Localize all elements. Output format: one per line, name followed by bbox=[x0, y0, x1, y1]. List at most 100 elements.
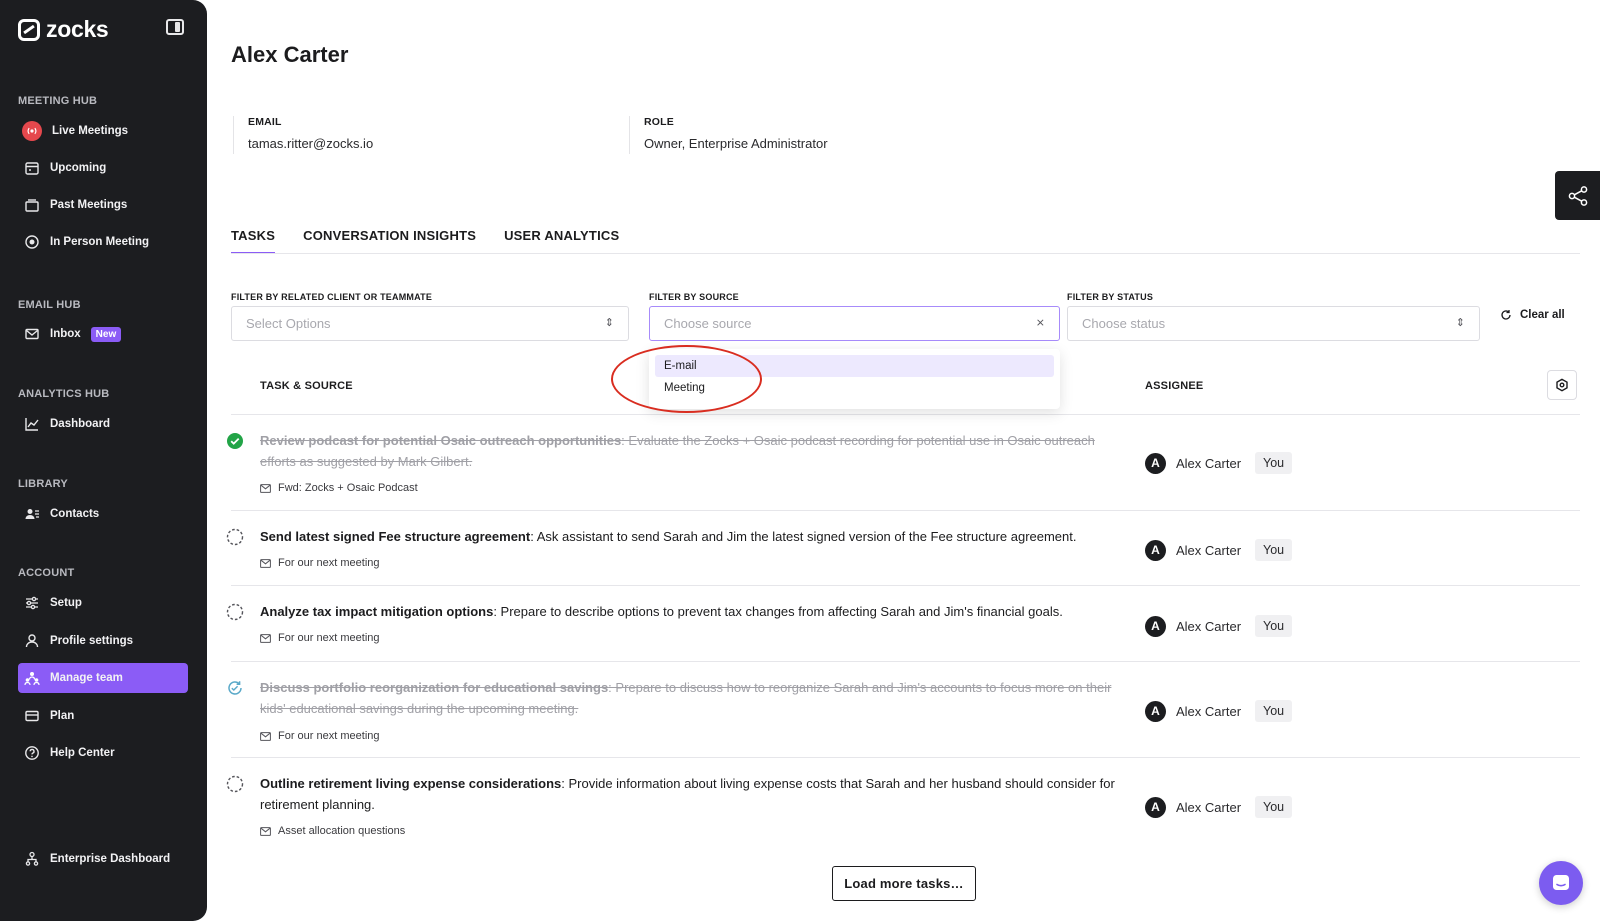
sidebar-item-setup[interactable]: Setup bbox=[18, 588, 188, 618]
sidebar-item-label: Inbox bbox=[50, 328, 81, 340]
sidebar-item-label: Enterprise Dashboard bbox=[50, 853, 171, 865]
table-row[interactable]: Discuss portfolio reorganization for edu… bbox=[228, 663, 1580, 758]
email-label: EMAIL bbox=[248, 116, 282, 128]
filter-source-select[interactable]: Choose source ⨯ bbox=[649, 306, 1060, 341]
sidebar-collapse-icon[interactable] bbox=[166, 19, 184, 35]
sidebar-item-label: Setup bbox=[50, 597, 82, 609]
table-settings-button[interactable] bbox=[1547, 370, 1577, 400]
chevron-updown-icon: ⇕ bbox=[1455, 317, 1465, 329]
table-row[interactable]: Analyze tax impact mitigation options: P… bbox=[226, 587, 1580, 662]
task-title: Review podcast for potential Osaic outre… bbox=[260, 433, 622, 448]
assignee-name: Alex Carter bbox=[1176, 799, 1242, 815]
mail-icon bbox=[260, 826, 271, 836]
in-progress-icon[interactable] bbox=[226, 679, 244, 697]
task-title: Send latest signed Fee structure agreeme… bbox=[260, 529, 531, 544]
source-option-email[interactable]: E-mail bbox=[655, 355, 1054, 377]
source-dropdown-menu: E-mail Meeting bbox=[649, 349, 1060, 409]
sidebar-item-live-meetings[interactable]: Live Meetings bbox=[18, 116, 188, 146]
sidebar-item-enterprise-dashboard[interactable]: Enterprise Dashboard bbox=[18, 844, 188, 874]
check-circle-icon[interactable] bbox=[226, 432, 244, 450]
sidebar-item-in-person-meeting[interactable]: In Person Meeting bbox=[18, 227, 188, 257]
mail-icon bbox=[260, 633, 271, 643]
chevron-updown-icon: ⇕ bbox=[604, 317, 614, 329]
line-chart-icon bbox=[24, 416, 40, 432]
task-assignee[interactable]: A Alex Carter You bbox=[1145, 539, 1293, 561]
avatar: A bbox=[1145, 796, 1166, 818]
task-source-label: Fwd: Zocks + Osaic Podcast bbox=[278, 482, 418, 494]
you-badge: You bbox=[1255, 796, 1293, 818]
role-label: ROLE bbox=[644, 116, 674, 128]
refresh-icon bbox=[1501, 310, 1511, 320]
chat-launcher-button[interactable] bbox=[1539, 861, 1583, 905]
sidebar-item-dashboard[interactable]: Dashboard bbox=[18, 409, 188, 439]
task-assignee[interactable]: A Alex Carter You bbox=[1145, 452, 1293, 474]
avatar: A bbox=[1145, 539, 1166, 561]
email-info: EMAIL tamas.ritter@zocks.io bbox=[233, 116, 373, 154]
sidebar-item-label: Upcoming bbox=[50, 162, 107, 174]
brand-logo[interactable]: zocks bbox=[18, 16, 109, 43]
section-account: ACCOUNT bbox=[18, 567, 75, 579]
sidebar-item-label: Profile settings bbox=[50, 635, 134, 647]
card-icon bbox=[24, 708, 40, 724]
tab-user-analytics[interactable]: USER ANALYTICS bbox=[504, 228, 619, 254]
filter-client-placeholder: Select Options bbox=[246, 316, 331, 331]
assignee-name: Alex Carter bbox=[1176, 542, 1242, 558]
share-button[interactable] bbox=[1555, 171, 1600, 220]
sidebar-item-label: Contacts bbox=[50, 508, 100, 520]
sliders-icon bbox=[24, 595, 40, 611]
todo-circle-icon[interactable] bbox=[226, 528, 244, 546]
task-text: Review podcast for potential Osaic outre… bbox=[260, 430, 1120, 472]
sidebar-item-past-meetings[interactable]: Past Meetings bbox=[18, 190, 188, 220]
you-badge: You bbox=[1255, 700, 1293, 722]
broadcast-icon bbox=[22, 121, 42, 141]
task-source[interactable]: For our next meeting bbox=[260, 730, 380, 742]
sidebar-item-label: Help Center bbox=[50, 747, 115, 759]
avatar: A bbox=[1145, 700, 1166, 722]
calendar-icon bbox=[24, 160, 40, 176]
todo-circle-icon[interactable] bbox=[226, 603, 244, 621]
task-assignee[interactable]: A Alex Carter You bbox=[1145, 700, 1293, 722]
tab-conversation-insights[interactable]: CONVERSATION INSIGHTS bbox=[303, 228, 476, 254]
task-text: Analyze tax impact mitigation options: P… bbox=[260, 601, 1120, 622]
assignee-name: Alex Carter bbox=[1176, 618, 1242, 634]
table-row[interactable]: Outline retirement living expense consid… bbox=[226, 759, 1580, 850]
sidebar-item-manage-team[interactable]: Manage team bbox=[18, 663, 188, 693]
record-icon bbox=[24, 234, 40, 250]
sidebar-item-help-center[interactable]: Help Center bbox=[18, 738, 188, 768]
you-badge: You bbox=[1255, 539, 1293, 561]
task-text: Discuss portfolio reorganization for edu… bbox=[260, 677, 1120, 719]
task-source[interactable]: For our next meeting bbox=[260, 557, 380, 569]
task-assignee[interactable]: A Alex Carter You bbox=[1145, 796, 1293, 818]
assignee-name: Alex Carter bbox=[1176, 455, 1242, 471]
sidebar-item-inbox[interactable]: Inbox New bbox=[18, 319, 188, 349]
chevron-collapse-icon[interactable]: ⨯ bbox=[1036, 318, 1045, 329]
task-source[interactable]: Asset allocation questions bbox=[260, 825, 405, 837]
sidebar-item-label: Manage team bbox=[50, 672, 123, 684]
filter-status-select[interactable]: Choose status ⇕ bbox=[1067, 306, 1480, 341]
share-icon bbox=[1568, 185, 1587, 206]
column-task-source: TASK & SOURCE bbox=[260, 380, 353, 392]
clear-all-button[interactable]: Clear all bbox=[1500, 309, 1565, 321]
load-more-button[interactable]: Load more tasks… bbox=[832, 866, 976, 901]
new-badge: New bbox=[90, 326, 122, 342]
sidebar-item-contacts[interactable]: Contacts bbox=[18, 499, 188, 529]
you-badge: You bbox=[1255, 615, 1293, 637]
sidebar-item-profile-settings[interactable]: Profile settings bbox=[18, 626, 188, 656]
task-assignee[interactable]: A Alex Carter You bbox=[1145, 615, 1293, 637]
sidebar-item-label: Past Meetings bbox=[50, 199, 128, 211]
sidebar-item-upcoming[interactable]: Upcoming bbox=[18, 153, 188, 183]
tabs-divider bbox=[231, 253, 1580, 254]
filter-client-select[interactable]: Select Options ⇕ bbox=[231, 306, 629, 341]
table-row[interactable]: Review podcast for potential Osaic outre… bbox=[227, 415, 1580, 511]
todo-circle-icon[interactable] bbox=[226, 775, 244, 793]
contacts-icon bbox=[24, 506, 40, 522]
source-option-meeting[interactable]: Meeting bbox=[655, 377, 1054, 399]
archive-icon bbox=[24, 197, 40, 213]
tab-tasks[interactable]: TASKS bbox=[231, 228, 276, 254]
task-source[interactable]: Fwd: Zocks + Osaic Podcast bbox=[260, 482, 418, 494]
task-source[interactable]: For our next meeting bbox=[260, 632, 380, 644]
sidebar: zocks MEETING HUB Live Meetings Upcoming… bbox=[0, 0, 207, 921]
task-title: Discuss portfolio reorganization for edu… bbox=[260, 680, 609, 695]
table-row[interactable]: Send latest signed Fee structure agreeme… bbox=[226, 512, 1580, 586]
sidebar-item-plan[interactable]: Plan bbox=[18, 701, 188, 731]
